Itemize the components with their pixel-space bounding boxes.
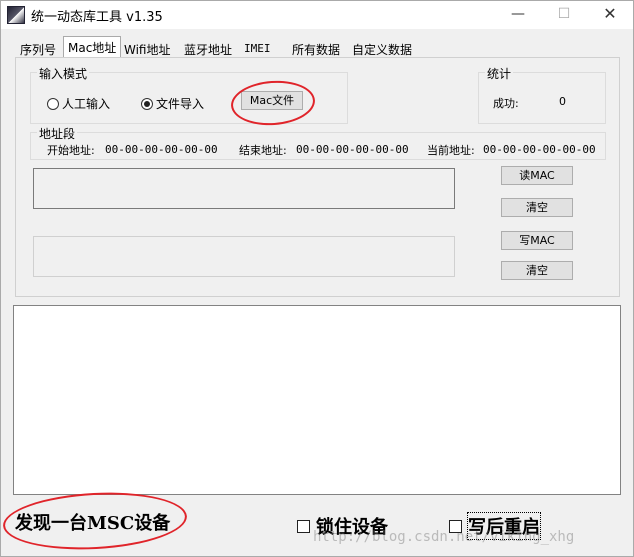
end-address-label: 结束地址: <box>239 144 287 157</box>
tab-custom-data[interactable]: 自定义数据 <box>347 38 417 58</box>
log-output-area[interactable] <box>13 305 621 495</box>
tab-bluetooth-address[interactable]: 蓝牙地址 <box>179 38 237 58</box>
end-address-value: 00-00-00-00-00-00 <box>296 143 409 156</box>
file-radio-dot[interactable] <box>141 97 153 110</box>
write-mac-button[interactable]: 写MAC <box>501 231 573 250</box>
app-icon <box>7 6 25 24</box>
input-mode-group: 输入模式 人工输入 文件导入 Mac文件 <box>30 65 348 124</box>
stats-group: 统计 成功: 0 <box>478 65 606 124</box>
clear-read-button[interactable]: 清空 <box>501 198 573 217</box>
manual-input-label: 人工输入 <box>62 97 111 111</box>
address-range-title: 地址段 <box>37 125 78 142</box>
write-mac-textbox[interactable] <box>33 236 455 277</box>
tab-wifi-address[interactable]: Wifi地址 <box>119 38 176 58</box>
file-import-radio[interactable]: 文件导入 <box>141 95 204 112</box>
tab-serial-number[interactable]: 序列号 <box>15 38 61 58</box>
manual-input-radio[interactable]: 人工输入 <box>47 95 110 112</box>
tab-imei[interactable]: IMEI <box>239 38 276 58</box>
mac-tab-panel: 输入模式 人工输入 文件导入 Mac文件 统计 成功: 0 地址段 开始地址: … <box>15 57 620 297</box>
mac-file-button[interactable]: Mac文件 <box>241 91 303 110</box>
clear-write-button[interactable]: 清空 <box>501 261 573 280</box>
start-address-value: 00-00-00-00-00-00 <box>105 143 218 156</box>
minimize-button[interactable]: — <box>495 1 541 29</box>
input-mode-title: 输入模式 <box>37 65 90 82</box>
maximize-button[interactable]: ☐ <box>541 1 587 29</box>
app-window: 统一动态库工具 v1.35 — ☐ ✕ 序列号 Mac地址 Wifi地址 蓝牙地… <box>0 0 634 557</box>
current-address-label: 当前地址: <box>427 144 475 157</box>
manual-radio-dot[interactable] <box>47 97 59 110</box>
watermark: http://blog.csdn.net/viking_xhg <box>313 529 575 545</box>
stats-title: 统计 <box>485 65 514 82</box>
start-address-label: 开始地址: <box>47 144 95 157</box>
success-count: 0 <box>559 95 566 108</box>
read-mac-textbox[interactable] <box>33 168 455 209</box>
current-address-value: 00-00-00-00-00-00 <box>483 143 596 156</box>
tab-all-data[interactable]: 所有数据 <box>287 38 345 58</box>
read-mac-button[interactable]: 读MAC <box>501 166 573 185</box>
file-import-label: 文件导入 <box>156 97 205 111</box>
address-range-group: 地址段 开始地址: 00-00-00-00-00-00 结束地址: 00-00-… <box>30 125 606 160</box>
window-title: 统一动态库工具 v1.35 <box>31 10 163 25</box>
tab-mac-address[interactable]: Mac地址 <box>63 36 122 58</box>
lock-device-box[interactable] <box>297 519 310 533</box>
title-bar[interactable]: 统一动态库工具 v1.35 — ☐ ✕ <box>1 1 633 29</box>
device-status-text: 发现一台MSC设备 <box>15 513 171 534</box>
close-button[interactable]: ✕ <box>587 1 633 29</box>
success-label: 成功: <box>493 97 519 110</box>
